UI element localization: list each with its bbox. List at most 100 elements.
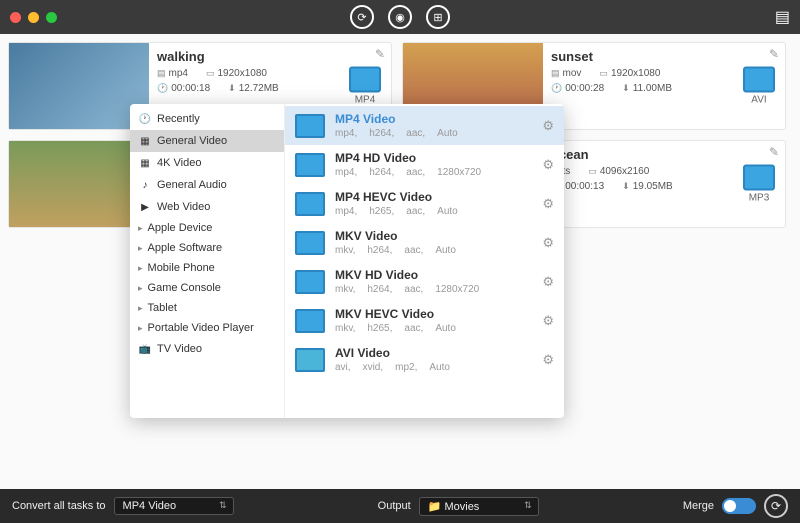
format-thumb-icon: [295, 270, 325, 294]
format-thumb-icon: [295, 231, 325, 255]
format-name: MKV HEVC Video: [335, 307, 456, 321]
category-item[interactable]: ▸ Apple Device: [130, 218, 284, 238]
category-label: Portable Video Player: [148, 322, 254, 334]
video-ext: ▤ mov: [551, 68, 581, 79]
format-thumb-icon: [295, 348, 325, 372]
format-item[interactable]: MKV HD Video mkv,h264,aac,1280x720 ⚙: [285, 262, 564, 301]
category-item[interactable]: ▦ General Video: [130, 130, 284, 152]
video-tab-icon[interactable]: ⊞: [426, 5, 450, 29]
category-item[interactable]: ♪General Audio: [130, 174, 284, 196]
gear-icon[interactable]: ⚙: [542, 274, 554, 290]
4k-icon: ▦: [138, 156, 152, 170]
convert-all-label: Convert all tasks to: [12, 500, 106, 512]
gear-icon[interactable]: ⚙: [542, 235, 554, 251]
start-convert-button[interactable]: ⟳: [764, 494, 788, 518]
video-thumbnail: [9, 141, 149, 227]
category-label: Apple Software: [148, 242, 223, 254]
video-size: ⬇ 12.72MB: [228, 83, 279, 94]
video-ext: ▤ mp4: [157, 68, 188, 79]
output-folder-select[interactable]: 📁 Movies: [419, 497, 539, 516]
format-name: MKV HD Video: [335, 268, 479, 282]
gear-icon[interactable]: ⚙: [542, 196, 554, 212]
category-item[interactable]: ▸Game Console: [130, 278, 284, 298]
category-label: Mobile Phone: [148, 262, 215, 274]
format-name: AVI Video: [335, 346, 450, 360]
titlebar: ⟳ ◉ ⊞ ▤: [0, 0, 800, 34]
edit-icon[interactable]: ✎: [375, 47, 385, 61]
disc-tab-icon[interactable]: ◉: [388, 5, 412, 29]
category-item[interactable]: ▶Web Video: [130, 196, 284, 218]
format-picker-popup: 🕐 Recently ▦ General Video ▦ 4K Video ♪General…: [130, 104, 564, 418]
output-format[interactable]: MP4: [349, 67, 381, 106]
format-spec: mp4,h264,aac,1280x720: [335, 167, 481, 178]
category-item[interactable]: ▸ Portable Video Player: [130, 318, 284, 338]
category-item[interactable]: ▸ Apple Software: [130, 238, 284, 258]
format-label: MP3: [743, 193, 775, 204]
expand-icon: ▸: [138, 223, 143, 234]
web-icon: ▶: [138, 200, 152, 214]
format-spec: mkv,h264,aac,1280x720: [335, 284, 479, 295]
expand-icon: ▸: [138, 303, 143, 314]
expand-icon: ▸: [138, 263, 143, 274]
format-thumb-icon: [295, 192, 325, 216]
category-label: General Video: [157, 135, 227, 147]
format-name: MKV Video: [335, 229, 456, 243]
projects-icon[interactable]: ▤: [775, 7, 790, 27]
edit-icon[interactable]: ✎: [769, 145, 779, 159]
format-item[interactable]: MKV HEVC Video mkv,h265,aac,Auto ⚙: [285, 301, 564, 340]
convert-all-select[interactable]: MP4 Video: [114, 497, 234, 515]
format-icon: [743, 165, 775, 191]
video-title: ocean: [551, 147, 777, 162]
format-spec: mkv,h265,aac,Auto: [335, 323, 456, 334]
film-icon: ▦: [138, 134, 152, 148]
gear-icon[interactable]: ⚙: [542, 313, 554, 329]
format-item[interactable]: AVI Video avi,xvid,mp2,Auto ⚙: [285, 340, 564, 379]
maximize-button[interactable]: [46, 12, 57, 23]
gear-icon[interactable]: ⚙: [542, 157, 554, 173]
video-size: ⬇ 11.00MB: [622, 83, 672, 94]
video-resolution: ▭ 1920x1080: [599, 68, 660, 79]
category-item[interactable]: 🕐 Recently: [130, 108, 284, 130]
format-item[interactable]: MP4 HD Video mp4,h264,aac,1280x720 ⚙: [285, 145, 564, 184]
category-item[interactable]: ▦ 4K Video: [130, 152, 284, 174]
expand-icon: ▸: [138, 243, 143, 254]
category-label: Apple Device: [148, 222, 213, 234]
format-icon: [349, 67, 381, 93]
format-spec: mp4,h264,aac,Auto: [335, 128, 458, 139]
format-thumb-icon: [295, 309, 325, 333]
format-spec: mp4,h265,aac,Auto: [335, 206, 458, 217]
tv-icon: 📺: [138, 342, 152, 356]
minimize-button[interactable]: [28, 12, 39, 23]
output-format[interactable]: MP3: [743, 165, 775, 204]
expand-icon: ▸: [138, 323, 143, 334]
audio-icon: ♪: [138, 178, 152, 192]
output-format[interactable]: AVI: [743, 67, 775, 106]
format-item[interactable]: MKV Video mkv,h264,aac,Auto ⚙: [285, 223, 564, 262]
gear-icon[interactable]: ⚙: [542, 118, 554, 134]
clock-icon: 🕐: [138, 112, 152, 126]
format-item[interactable]: MP4 Video mp4,h264,aac,Auto ⚙: [285, 106, 564, 145]
category-item[interactable]: 📺 TV Video: [130, 338, 284, 360]
format-spec: avi,xvid,mp2,Auto: [335, 362, 450, 373]
merge-label: Merge: [683, 500, 714, 512]
merge-toggle[interactable]: [722, 498, 756, 514]
close-button[interactable]: [10, 12, 21, 23]
bottom-bar: Convert all tasks to MP4 Video Output 📁 …: [0, 489, 800, 523]
video-thumbnail: [9, 43, 149, 129]
video-resolution: ▭ 4096x2160: [588, 166, 649, 177]
category-label: Recently: [157, 113, 200, 125]
window-controls: [10, 12, 57, 23]
format-label: AVI: [743, 95, 775, 106]
category-item[interactable]: ▸Tablet: [130, 298, 284, 318]
category-item[interactable]: ▸ Mobile Phone: [130, 258, 284, 278]
video-title: walking: [157, 49, 383, 64]
convert-tab-icon[interactable]: ⟳: [350, 5, 374, 29]
expand-icon: ▸: [138, 283, 143, 294]
category-label: 4K Video: [157, 157, 201, 169]
format-spec: mkv,h264,aac,Auto: [335, 245, 456, 256]
format-item[interactable]: MP4 HEVC Video mp4,h265,aac,Auto ⚙: [285, 184, 564, 223]
category-label: TV Video: [157, 343, 202, 355]
edit-icon[interactable]: ✎: [769, 47, 779, 61]
gear-icon[interactable]: ⚙: [542, 352, 554, 368]
format-thumb-icon: [295, 114, 325, 138]
